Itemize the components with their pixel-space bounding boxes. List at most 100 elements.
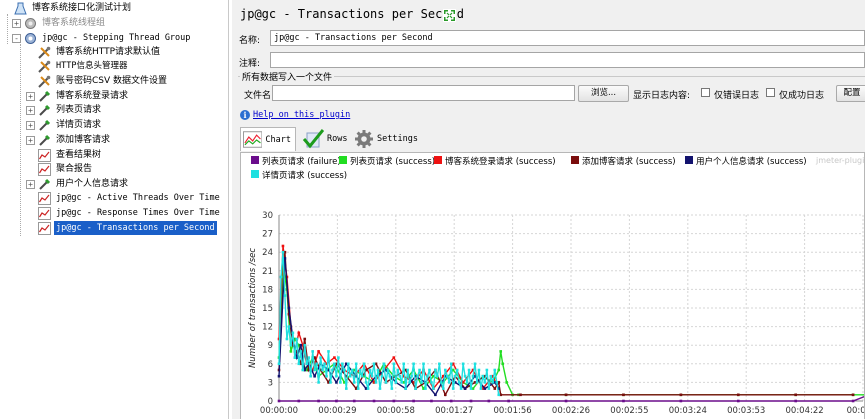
expand-node-icon[interactable]: + [12,18,21,28]
data-point [426,374,429,378]
x-tick-label: 00:04:5 [847,406,865,416]
legend-swatch [685,156,693,164]
data-point [402,362,406,366]
legend-item: 详情页请求 (success) [262,170,347,181]
tree-item[interactable]: HTTP信息头管理器 [26,59,129,73]
data-point [370,374,374,378]
tree-item[interactable]: 博客系统接口化测试计划 [2,1,133,15]
collapse-node-icon[interactable]: - [12,33,21,43]
success-only-label: 仅成功日志 [779,91,825,101]
tree-item[interactable]: + 添加博客请求 [26,133,112,147]
x-tick-label: 00:00:29 [318,406,356,416]
filename-field[interactable] [272,85,575,101]
data-point [350,368,354,372]
name-label: 名称: [239,36,261,46]
data-point [505,381,508,384]
expand-node-icon[interactable]: + [26,120,35,130]
sampler-pipette-icon [38,90,51,103]
data-point [323,362,326,366]
data-point [430,381,433,384]
data-point [479,387,483,390]
errors-only-checkbox[interactable] [701,88,710,97]
log-content-label: 显示日志内容: [633,91,691,101]
data-point [414,387,417,390]
file-section-title: 所有数据写入一个文件 [240,70,335,83]
data-point [299,343,303,347]
data-point [303,343,307,347]
data-point [489,374,493,378]
data-point [368,368,372,372]
data-point [277,362,281,366]
y-tick-label: 3 [268,378,273,388]
expand-node-icon[interactable]: + [26,179,35,189]
data-point [449,399,453,403]
data-point [281,250,285,254]
tab-settings[interactable]: Settings [352,127,422,151]
y-tick-label: 30 [262,211,273,221]
panel-title: jp@gc - Transactions per Second [240,7,464,21]
data-point [297,362,301,366]
sampler-pipette-icon [38,134,51,147]
data-point [279,275,283,279]
data-point [345,387,348,390]
data-point [339,381,342,384]
tree-item-label: 账号密码CSV 数据文件设置 [56,76,168,86]
expand-node-icon[interactable]: + [26,135,35,145]
data-point [317,381,320,384]
legend-item: 博客系统登录请求 (success) [445,156,556,167]
data-point [392,356,396,359]
browse-button[interactable]: 浏览... [578,85,629,102]
tree-item-label: 博客系统登录请求 [56,91,129,101]
data-point [313,374,316,378]
tree-item[interactable]: 博客系统HTTP请求默认值 [26,45,162,59]
data-point [394,381,398,384]
data-point [317,399,320,403]
legend-swatch [251,156,259,164]
legend-swatch [251,170,259,178]
tree-item[interactable]: + 列表页请求 [26,103,103,117]
tree-item[interactable]: - jp@gc - Stepping Thread Group [12,31,192,45]
tree-item[interactable]: jp@gc - Response Times Over Time [26,206,222,220]
tree-item[interactable]: 查看结果树 [26,148,103,162]
data-point [327,350,330,353]
tree-item[interactable]: + 博客系统线程组 [12,16,107,30]
tree-item[interactable]: 账号密码CSV 数据文件设置 [26,74,169,88]
expand-node-icon[interactable]: + [26,91,35,101]
tree-item[interactable]: jp@gc - Active Threads Over Time [26,191,222,205]
data-point [299,350,303,353]
success-only-checkbox[interactable] [766,88,775,97]
data-point [277,399,281,403]
data-point [410,374,413,378]
y-tick-label: 18 [262,285,273,295]
y-tick-label: 15 [262,304,273,314]
tree-item[interactable]: jp@gc - Transactions per Second [26,221,217,235]
comment-field[interactable] [270,52,865,68]
expand-node-icon[interactable]: + [26,105,35,115]
data-point [434,368,437,372]
x-tick-label: 00:02:26 [552,406,590,416]
legend-swatch [434,156,442,164]
data-point [447,381,451,384]
legend-item: 列表页请求 (failure) [262,156,341,167]
data-point [851,393,855,397]
tree-item[interactable]: + 详情页请求 [26,118,103,132]
help-link[interactable]: Help on this plugin [253,110,350,120]
series-line [278,264,864,396]
data-point [463,387,467,390]
data-point [329,381,332,384]
x-tick-label: 00:04:22 [786,406,824,416]
config-element-icon [38,75,51,88]
name-field[interactable]: jp@gc - Transactions per Second [270,30,865,46]
configure-button[interactable]: 配置 [836,85,865,102]
data-point [382,362,386,366]
tree-item[interactable]: + 博客系统登录请求 [26,89,130,103]
y-tick-label: 27 [262,230,273,240]
expand-icon[interactable] [443,9,456,22]
tree-item[interactable]: + 用户个人信息请求 [26,177,130,191]
data-point [352,399,356,403]
tab-chart[interactable]: Chart [240,127,296,151]
tab-rows[interactable]: Rows [300,127,351,151]
tab-settings-label: Settings [377,134,418,144]
tree-item[interactable]: 聚合报告 [26,162,94,176]
data-point [461,362,465,366]
